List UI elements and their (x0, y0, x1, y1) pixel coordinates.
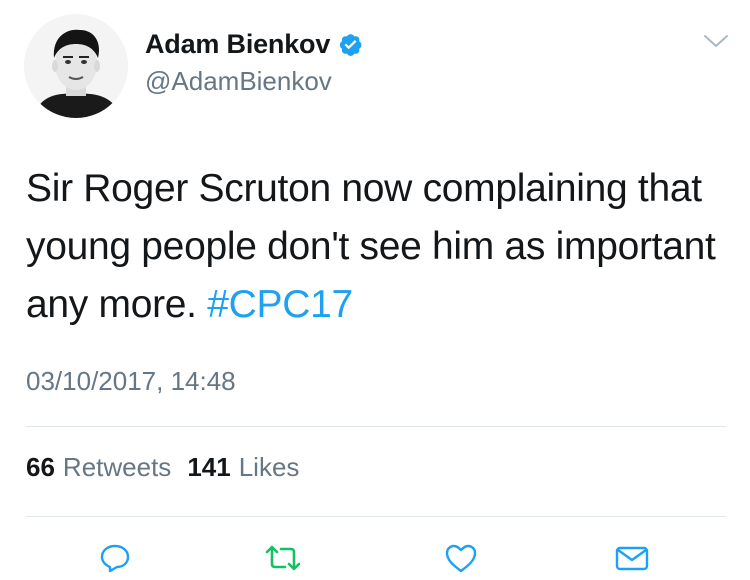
direct-message-button[interactable] (612, 538, 652, 578)
retweets-label: Retweets (62, 452, 172, 482)
avatar-photo (24, 14, 128, 118)
reply-button[interactable] (95, 538, 135, 578)
author-handle[interactable]: @AdamBienkov (145, 66, 332, 97)
tweet-actions (0, 538, 750, 578)
avatar[interactable] (24, 14, 128, 118)
likes-stat[interactable]: 141 Likes (187, 452, 299, 483)
tweet-stats: 66 Retweets 141 Likes (26, 452, 299, 483)
tweet-body: Sir Roger Scruton now complaining that y… (26, 167, 716, 326)
verified-badge-icon (338, 32, 363, 57)
like-button[interactable] (441, 538, 481, 578)
reply-icon (100, 544, 130, 573)
likes-label: Likes (238, 452, 300, 482)
divider (26, 516, 726, 517)
tweet-timestamp[interactable]: 03/10/2017, 14:48 (26, 366, 236, 397)
tweet-text: Sir Roger Scruton now complaining that y… (26, 160, 716, 334)
divider (26, 426, 726, 427)
retweet-icon (265, 545, 301, 571)
author-display-name[interactable]: Adam Bienkov (145, 29, 330, 60)
retweet-button[interactable] (263, 538, 303, 578)
author-name-row[interactable]: Adam Bienkov (145, 26, 363, 62)
retweets-stat[interactable]: 66 Retweets (26, 452, 171, 483)
envelope-icon (615, 546, 649, 571)
retweets-count: 66 (26, 452, 55, 482)
chevron-down-icon[interactable] (702, 31, 730, 51)
hashtag-link[interactable]: #CPC17 (207, 283, 353, 326)
heart-icon (445, 544, 477, 573)
likes-count: 141 (187, 452, 231, 482)
